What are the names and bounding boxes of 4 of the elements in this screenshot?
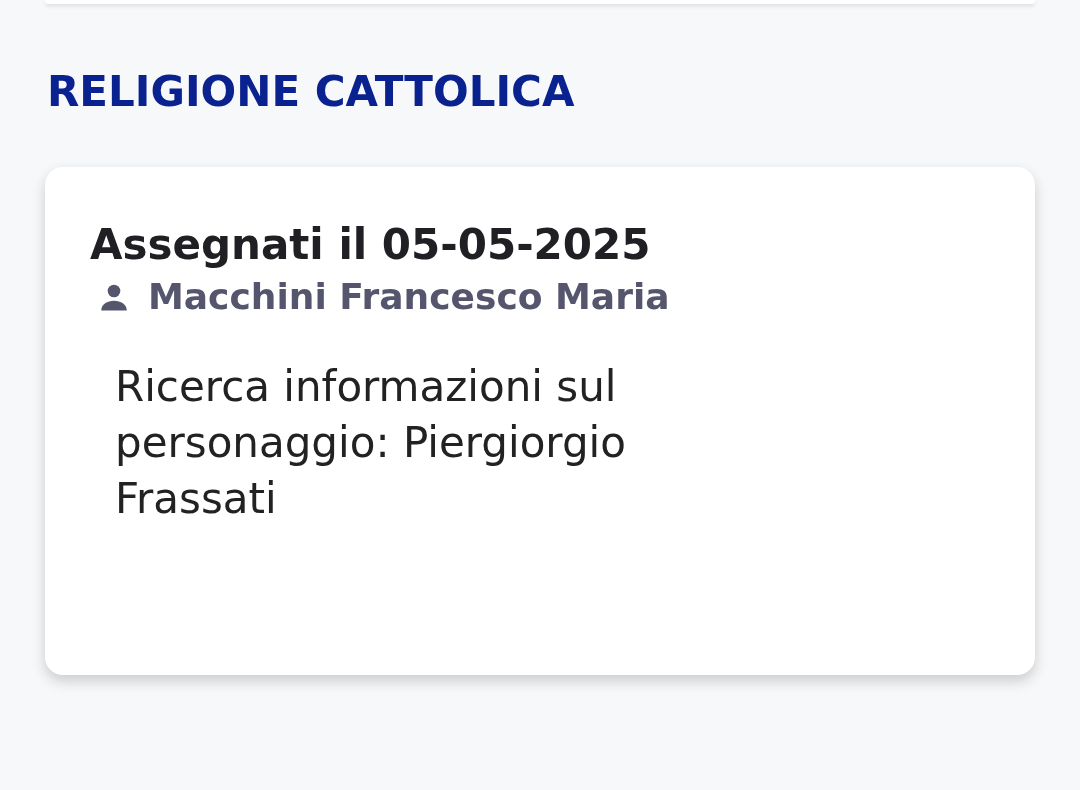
subject-heading: RELIGIONE CATTOLICA xyxy=(47,66,576,118)
assignment-date: Assegnati il 05-05-2025 xyxy=(90,219,652,271)
assignment-description: Ricerca informazioni sul personaggio: Piergiorgio Frassati xyxy=(115,361,627,525)
teacher-name: Macchini Francesco Maria xyxy=(148,275,670,319)
